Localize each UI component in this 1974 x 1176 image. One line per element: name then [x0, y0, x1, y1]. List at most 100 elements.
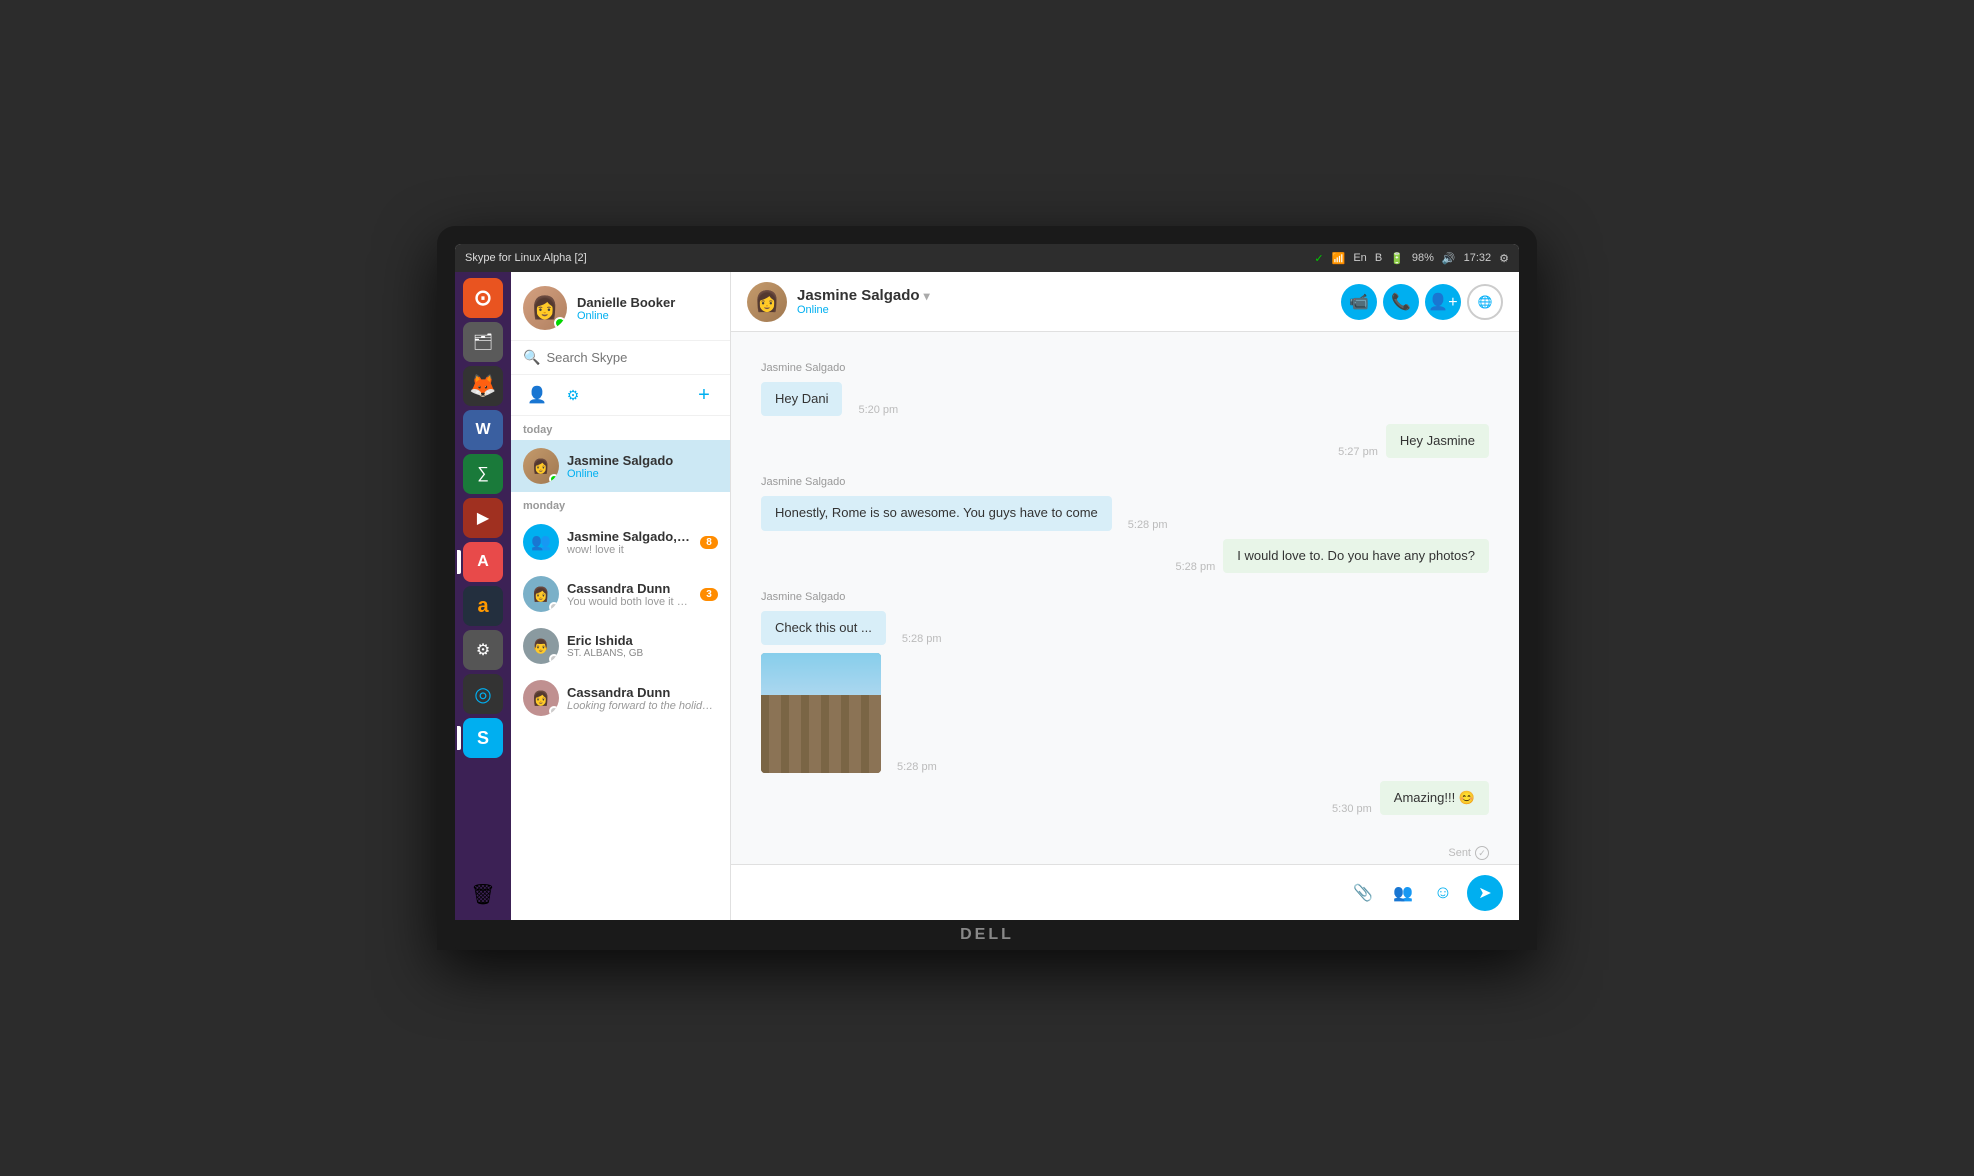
- settings-app-icon[interactable]: ⚙: [463, 630, 503, 670]
- screen: Skype for Linux Alpha [2] ✓ 📶 En B 🔋 98%…: [455, 244, 1519, 920]
- photo-time: 5:28 pm: [897, 761, 937, 773]
- today-label: today: [511, 416, 730, 440]
- message-time: 5:28 pm: [1128, 519, 1168, 531]
- chat-preview: Online: [567, 468, 718, 480]
- message-time: 5:20 pm: [858, 404, 898, 416]
- system-bar: Skype for Linux Alpha [2] ✓ 📶 En B 🔋 98%…: [455, 244, 1519, 272]
- message-bubble: Check this out ...: [761, 611, 886, 645]
- firefox-icon[interactable]: 🦊: [463, 366, 503, 406]
- message-row: Honestly, Rome is so awesome. You guys h…: [761, 496, 1489, 530]
- emoji-icon[interactable]: ☺: [1427, 877, 1459, 909]
- skype-icon[interactable]: S: [463, 718, 503, 758]
- shared-photo[interactable]: [761, 653, 881, 773]
- message-time: 5:28 pm: [902, 633, 942, 645]
- volume-icon: 🔊: [1442, 252, 1456, 265]
- send-icon: ➤: [1478, 883, 1491, 903]
- settings-icon[interactable]: ⚙: [1499, 252, 1509, 265]
- contact-avatar: 👨: [523, 628, 559, 664]
- files-icon[interactable]: 🗂: [463, 322, 503, 362]
- contact-online-dot: [549, 474, 559, 484]
- chat-item[interactable]: 👥 Jasmine Salgado, Cassan... wow! love i…: [511, 516, 730, 568]
- calc-icon[interactable]: ∑: [463, 454, 503, 494]
- wifi-icon: 📶: [1332, 252, 1346, 265]
- contact-name: Jasmine Salgado: [567, 453, 718, 468]
- chevron-down-icon[interactable]: ▾: [924, 289, 930, 303]
- contacts-icon[interactable]: 👤: [523, 381, 551, 409]
- contact-avatar: 👩: [523, 576, 559, 612]
- sender-label: Jasmine Salgado: [761, 476, 1489, 488]
- profile-status: Online: [577, 310, 718, 322]
- voice-call-button[interactable]: 📞: [1383, 284, 1419, 320]
- window-title: Skype for Linux Alpha [2]: [465, 252, 587, 264]
- monday-label: Monday: [511, 492, 730, 516]
- attachment-icon[interactable]: 📎: [1347, 877, 1379, 909]
- my-avatar[interactable]: 👩: [523, 286, 567, 330]
- globe-icon: 🌐: [1478, 295, 1493, 309]
- avatar-face: 👩: [531, 295, 558, 321]
- chat-preview: wow! love it: [567, 544, 692, 556]
- chat-partner-avatar: 👩: [747, 282, 787, 322]
- impress-icon[interactable]: ▶: [463, 498, 503, 538]
- chat-item[interactable]: 👩 Cassandra Dunn You would both love it …: [511, 568, 730, 620]
- message-row: I would love to. Do you have any photos?…: [761, 539, 1489, 573]
- message-row: Hey Dani 5:20 pm: [761, 382, 1489, 416]
- amazon-icon[interactable]: a: [463, 586, 503, 626]
- video-icon: 📹: [1349, 292, 1369, 312]
- sender-label: Jasmine Salgado: [761, 591, 1489, 603]
- input-actions: 📎 👥 ☺ ➤: [1347, 875, 1503, 911]
- message-bubble: Amazing!!! 😊: [1380, 781, 1489, 815]
- phone-icon: 📞: [1391, 292, 1411, 312]
- chat-item[interactable]: 👩 Jasmine Salgado Online: [511, 440, 730, 492]
- video-call-button[interactable]: 📹: [1341, 284, 1377, 320]
- chat-list: today 👩 Jasmine Salgado Online Monday: [511, 416, 730, 920]
- chat-item[interactable]: 👨 Eric Ishida ST. ALBANS, GB: [511, 620, 730, 672]
- message-row: Check this out ... 5:28 pm: [761, 611, 1489, 645]
- settings-toolbar-icon[interactable]: ⚙: [559, 381, 587, 409]
- skype-panel: 👩 Danielle Booker Online 🔍 👤 ⚙: [511, 272, 731, 920]
- online-status-dot: [554, 317, 566, 329]
- send-button[interactable]: ➤: [1467, 875, 1503, 911]
- bluetooth-icon: B: [1375, 252, 1382, 264]
- ubuntu-logo-icon[interactable]: ⊙: [463, 278, 503, 318]
- message-bubble: Honestly, Rome is so awesome. You guys h…: [761, 496, 1112, 530]
- chat-preview: You would both love it here - we're havi…: [567, 596, 692, 608]
- photo-message-row: 5:28 pm: [761, 653, 1489, 773]
- add-contact-msg-icon[interactable]: 👥: [1387, 877, 1419, 909]
- appstore-icon[interactable]: A: [463, 542, 503, 582]
- colosseum-image: [761, 653, 881, 773]
- message-time: 5:28 pm: [1175, 561, 1215, 573]
- search-bar: 🔍: [511, 341, 730, 375]
- writer-icon[interactable]: W: [463, 410, 503, 450]
- message-row: Amazing!!! 😊 5:30 pm: [761, 781, 1489, 815]
- chrome-icon[interactable]: ◎: [463, 674, 503, 714]
- message-bubble: I would love to. Do you have any photos?: [1223, 539, 1489, 573]
- toolbar-row: 👤 ⚙ +: [511, 375, 730, 416]
- clock: 17:32: [1464, 252, 1492, 264]
- unread-badge: 3: [700, 588, 718, 601]
- message-input[interactable]: [747, 885, 1337, 901]
- add-person-icon: 👤+: [1428, 292, 1457, 312]
- globe-icon-btn[interactable]: 🌐: [1467, 284, 1503, 320]
- search-input[interactable]: [546, 350, 718, 365]
- message-time: 5:27 pm: [1338, 446, 1378, 458]
- message-bubble: Hey Jasmine: [1386, 424, 1489, 458]
- battery-icon: 🔋: [1390, 252, 1404, 265]
- add-contact-button[interactable]: 👤+: [1425, 284, 1461, 320]
- chat-preview: ST. ALBANS, GB: [567, 648, 718, 659]
- chat-preview: Looking forward to the holidays: [567, 700, 718, 712]
- chat-header: 👩 Jasmine Salgado ▾ Online 📹: [731, 272, 1519, 332]
- battery-level: 98%: [1412, 252, 1434, 264]
- profile-header: 👩 Danielle Booker Online: [511, 272, 730, 341]
- contact-offline-dot: [549, 602, 559, 612]
- contact-avatar: 👩: [523, 680, 559, 716]
- chat-info: Jasmine Salgado, Cassan... wow! love it: [567, 529, 692, 556]
- chat-header-info: Jasmine Salgado ▾ Online: [797, 287, 1331, 316]
- contact-name: Eric Ishida: [567, 633, 718, 648]
- profile-info: Danielle Booker Online: [577, 295, 718, 322]
- laptop-bottom: DELL: [455, 920, 1519, 950]
- trash-icon[interactable]: 🗑: [463, 874, 503, 914]
- chat-item[interactable]: 👩 Cassandra Dunn Looking forward to the …: [511, 672, 730, 724]
- add-button[interactable]: +: [690, 381, 718, 409]
- chat-input-area: 📎 👥 ☺ ➤: [731, 864, 1519, 920]
- ubuntu-symbol: ⊙: [474, 285, 492, 311]
